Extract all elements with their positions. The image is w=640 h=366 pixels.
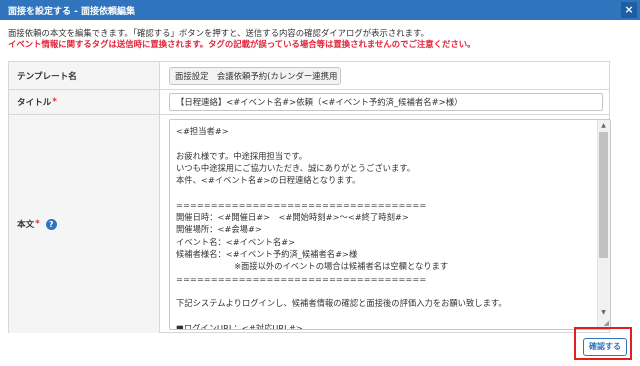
help-icon[interactable]: ?	[45, 218, 57, 230]
body-label: 本文 * ?	[9, 115, 160, 333]
close-icon[interactable]: ×	[621, 2, 637, 18]
title-label: タイトル *	[9, 90, 160, 114]
confirm-button[interactable]: 確認する	[583, 338, 627, 356]
dialog-titlebar: 面接を設定する - 面接依頼編集 ×	[0, 0, 640, 20]
body-scrollbar[interactable]: ▲ ▼	[597, 120, 610, 329]
scroll-up-icon[interactable]: ▲	[597, 120, 610, 131]
warning-text: イベント情報に関するタグは送信時に置換されます。タグの記載が誤っている場合等は置…	[8, 39, 476, 49]
body-text: <#担当者#> お疲れ様です。中途採用担当です。 いつも中途採用にご協力いただき…	[176, 126, 507, 330]
template-row: テンプレート名 面接設定 会議依頼予約(カレンダー連携用	[9, 62, 609, 90]
title-row: タイトル * 【日程連絡】<#イベント名#>依頼（<#イベント予約済_候補者名#>…	[9, 90, 609, 115]
body-label-text: 本文	[17, 220, 35, 230]
required-mark: *	[35, 219, 40, 229]
body-textarea[interactable]: <#担当者#> お疲れ様です。中途採用担当です。 いつも中途採用にご協力いただき…	[169, 119, 611, 330]
template-label-text: テンプレート名	[17, 71, 77, 82]
edit-form: テンプレート名 面接設定 会議依頼予約(カレンダー連携用 タイトル * 【日程連絡…	[8, 61, 611, 333]
title-input[interactable]: 【日程連絡】<#イベント名#>依頼（<#イベント予約済_候補者名#>様）	[169, 93, 603, 111]
title-label-text: タイトル	[17, 98, 52, 108]
required-mark: *	[52, 97, 57, 107]
scroll-thumb[interactable]	[599, 132, 608, 258]
template-label: テンプレート名	[9, 62, 160, 89]
scroll-down-icon[interactable]: ▼	[597, 307, 610, 318]
body-row: 本文 * ? <#担当者#> お疲れ様です。中途採用担当です。 いつも中途採用にご…	[9, 115, 611, 333]
dialog-title: 面接を設定する - 面接依頼編集	[8, 6, 136, 17]
template-select[interactable]: 面接設定 会議依頼予約(カレンダー連携用	[169, 67, 341, 85]
